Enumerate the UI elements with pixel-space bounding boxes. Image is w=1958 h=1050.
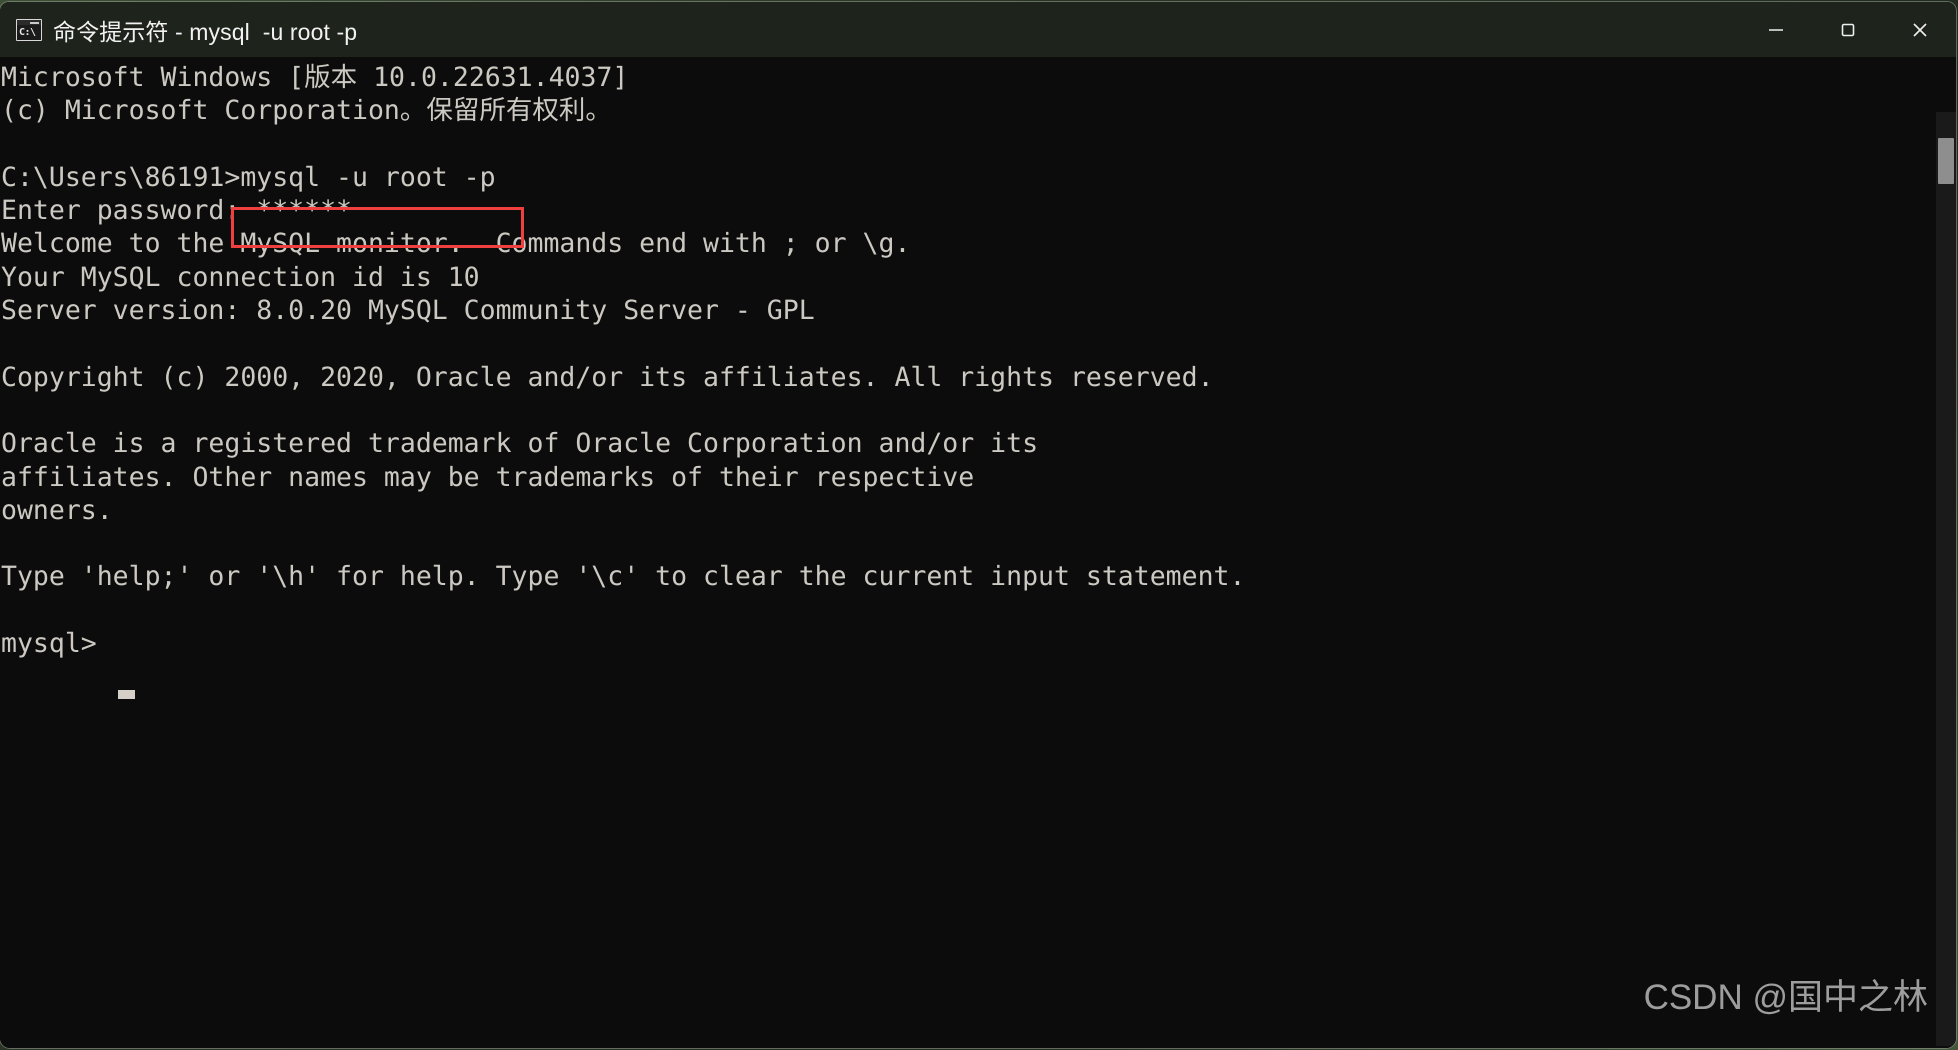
terminal-line: Server version: 8.0.20 MySQL Community S… [1,295,815,327]
terminal-line: Enter password: ****** [1,195,352,227]
close-button[interactable] [1884,2,1956,57]
csdn-watermark: CSDN @国中之林 [1643,978,1928,1017]
terminal-line: Oracle is a registered trademark of Orac… [1,428,1039,460]
cmd-prompt-icon: C:\ [16,18,42,41]
window-controls [1740,2,1956,57]
terminal-cursor [118,690,135,699]
cmd-icon-text: C:\ [17,24,41,40]
terminal-line: Copyright (c) 2000, 2020, Oracle and/or … [1,361,1214,393]
terminal-line: Type 'help;' or '\h' for help. Type '\c'… [1,561,1246,593]
desktop-background: C:\ 命令提示符 - mysql -u root -p Microsoft W… [0,0,1958,1050]
minimize-icon [1769,28,1783,31]
terminal-text: Microsoft Windows [版本 10.0.22631.4037] (c… [1,61,1245,660]
window-title: 命令提示符 - mysql -u root -p [53,18,358,45]
cmd-icon-dots [30,21,39,24]
close-icon [1913,22,1927,37]
maximize-button[interactable] [1812,2,1884,57]
terminal-line: Your MySQL connection id is 10 [1,261,480,293]
terminal-output-area[interactable]: Microsoft Windows [版本 10.0.22631.4037] (c… [0,57,1956,1048]
terminal-line: affiliates. Other names may be trademark… [1,461,975,493]
window-titlebar[interactable]: C:\ 命令提示符 - mysql -u root -p [0,2,1956,57]
maximize-icon [1841,23,1855,36]
terminal-line: mysql> [1,628,97,660]
terminal-line: Microsoft Windows [版本 10.0.22631.4037] [1,62,629,93]
scrollbar-thumb[interactable] [1938,138,1954,184]
terminal-line: owners. [1,494,113,526]
terminal-line: Welcome to the MySQL monitor. Commands e… [1,228,911,260]
minimize-button[interactable] [1740,2,1812,57]
command-prompt-window: C:\ 命令提示符 - mysql -u root -p Microsoft W… [0,2,1956,1048]
terminal-line: (c) Microsoft Corporation。保留所有权利。 [1,95,612,127]
vertical-scrollbar[interactable] [1936,112,1956,1046]
terminal-line: C:\Users\86191>mysql -u root -p [1,161,496,193]
